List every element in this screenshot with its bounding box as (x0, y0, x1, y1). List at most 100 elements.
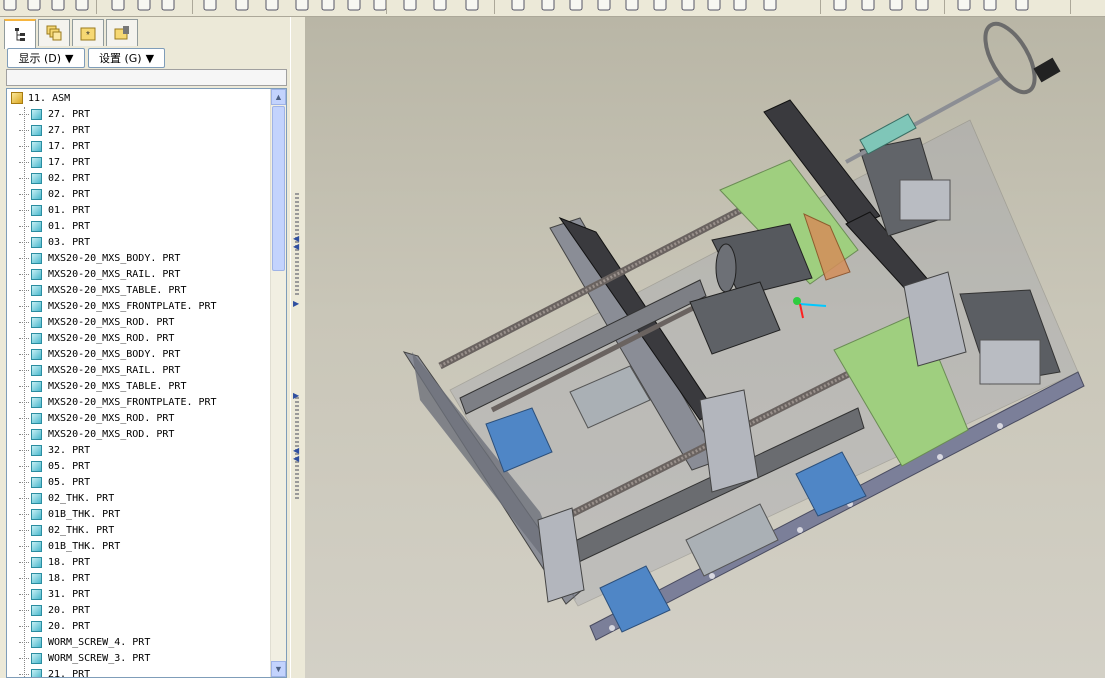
tree-connector (19, 241, 29, 243)
tree-item[interactable]: 02. PRT (19, 186, 90, 202)
layer-tree-tab[interactable] (38, 19, 70, 46)
scroll-thumb[interactable] (272, 106, 285, 271)
tree-item[interactable]: 01. PRT (19, 218, 90, 234)
tree-item-label: MXS20-20_MXS_RAIL. PRT (48, 364, 181, 376)
tree-connector (19, 113, 29, 115)
email-icon[interactable] (134, 0, 154, 14)
datum-planes-icon[interactable] (886, 0, 906, 14)
paste-icon[interactable] (292, 0, 312, 14)
view-manager-icon[interactable] (678, 0, 698, 14)
tree-item[interactable]: MXS20-20_MXS_BODY. PRT (19, 346, 180, 362)
open-icon[interactable] (24, 0, 44, 14)
no-hidden-icon[interactable] (830, 0, 850, 14)
datum-points-icon[interactable] (954, 0, 974, 14)
hidden-line-icon[interactable] (760, 0, 780, 14)
cut-icon[interactable] (232, 0, 252, 14)
tree-item[interactable]: 05. PRT (19, 458, 90, 474)
tree-item[interactable]: 27. PRT (19, 122, 90, 138)
tree-item[interactable]: 02_THK. PRT (19, 490, 114, 506)
tree-item[interactable]: 17. PRT (19, 154, 90, 170)
scroll-down-button[interactable]: ▼ (271, 661, 286, 677)
tree-item-label: MXS20-20_MXS_ROD. PRT (48, 412, 175, 424)
scroll-up-button[interactable]: ▲ (271, 89, 286, 105)
named-view-icon[interactable] (650, 0, 670, 14)
tree-item[interactable]: 02. PRT (19, 170, 90, 186)
new-icon[interactable] (0, 0, 20, 14)
tree-item[interactable]: MXS20-20_MXS_TABLE. PRT (19, 282, 186, 298)
zoom-in-icon[interactable] (566, 0, 586, 14)
part-icon (31, 652, 42, 664)
tree-item[interactable]: MXS20-20_MXS_RAIL. PRT (19, 362, 180, 378)
tree-item-label: 01. PRT (48, 204, 91, 216)
wireframe-icon[interactable] (730, 0, 750, 14)
repaint-icon[interactable] (430, 0, 450, 14)
tree-item[interactable]: WORM_SCREW_4. PRT (19, 634, 150, 650)
regenerate-icon[interactable] (318, 0, 338, 14)
show-button[interactable]: 显示 (D) ▼ (7, 48, 85, 68)
tree-item[interactable]: MXS20-20_MXS_ROD. PRT (19, 410, 174, 426)
refit-icon[interactable] (622, 0, 642, 14)
pan-icon[interactable] (538, 0, 558, 14)
window-icon[interactable] (370, 0, 390, 14)
tree-item[interactable]: 32. PRT (19, 442, 90, 458)
graphics-viewport[interactable] (305, 17, 1105, 678)
annotations-icon[interactable] (1012, 0, 1032, 14)
tree-item[interactable]: MXS20-20_MXS_FRONTPLATE. PRT (19, 298, 217, 314)
model-tree-tab[interactable] (4, 19, 36, 49)
tree-item[interactable]: 18. PRT (19, 570, 90, 586)
tree-item[interactable]: 17. PRT (19, 138, 90, 154)
settings-button[interactable]: 设置 (G) ▼ (88, 48, 165, 68)
send-icon[interactable] (108, 0, 128, 14)
tree-item[interactable]: MXS20-20_MXS_ROD. PRT (19, 426, 174, 442)
shading-icon[interactable] (858, 0, 878, 14)
tree-item[interactable]: MXS20-20_MXS_TABLE. PRT (19, 378, 186, 394)
tree-item[interactable]: 01B_THK. PRT (19, 506, 120, 522)
tree-item-label: MXS20-20_MXS_TABLE. PRT (48, 284, 187, 296)
tree-item[interactable]: 01. PRT (19, 202, 90, 218)
tree-item[interactable]: 31. PRT (19, 586, 90, 602)
copy-icon[interactable] (262, 0, 282, 14)
favorites-tab[interactable]: * (72, 19, 104, 46)
part-icon (31, 556, 42, 568)
save-icon[interactable] (48, 0, 68, 14)
tree-item[interactable]: 03. PRT (19, 234, 90, 250)
tree-connector (19, 657, 29, 659)
tree-connector (19, 545, 29, 547)
part-icon (31, 588, 42, 600)
saved-views-icon[interactable] (704, 0, 724, 14)
part-icon (31, 604, 42, 616)
orient-icon[interactable] (508, 0, 528, 14)
coordsys-icon[interactable] (980, 0, 1000, 14)
print-icon[interactable] (72, 0, 92, 14)
tree-item[interactable]: WORM_SCREW_3. PRT (19, 650, 150, 666)
tree-item[interactable]: 05. PRT (19, 474, 90, 490)
tree-item[interactable]: MXS20-20_MXS_ROD. PRT (19, 330, 174, 346)
zoom-out-icon[interactable] (594, 0, 614, 14)
spin-center-icon[interactable] (462, 0, 482, 14)
folder-browser-tab[interactable] (106, 19, 138, 46)
model-tree-icon[interactable] (344, 0, 364, 14)
tree-item[interactable]: MXS20-20_MXS_FRONTPLATE. PRT (19, 394, 217, 410)
tree-item[interactable]: MXS20-20_MXS_RAIL. PRT (19, 266, 180, 282)
undo-icon[interactable] (158, 0, 178, 14)
tree-root[interactable]: 11. ASM (11, 90, 70, 106)
datum-axes-icon[interactable] (912, 0, 932, 14)
tree-item[interactable]: 20. PRT (19, 618, 90, 634)
redo-icon[interactable] (200, 0, 220, 14)
tree-item[interactable]: 02_THK. PRT (19, 522, 114, 538)
tree-item-label: 01. PRT (48, 220, 91, 232)
tree-filter-bar[interactable] (6, 69, 287, 86)
navigator-panel: * 显示 (D) ▼ 设置 (G) ▼ 11. ASM 27. PRT 27. P… (0, 17, 290, 678)
svg-text:*: * (86, 30, 90, 41)
tree-scrollbar[interactable]: ▲ ▼ (270, 89, 286, 677)
tree-item[interactable]: 18. PRT (19, 554, 90, 570)
tree-item[interactable]: 21. PRT (19, 666, 90, 677)
tree-item[interactable]: MXS20-20_MXS_BODY. PRT (19, 250, 180, 266)
panel-splitter[interactable]: ◀ ◀ ◀ ◀ ▶ ▶ (290, 17, 306, 678)
tree-item[interactable]: 20. PRT (19, 602, 90, 618)
tree-item[interactable]: MXS20-20_MXS_ROD. PRT (19, 314, 174, 330)
tree-item[interactable]: 01B_THK. PRT (19, 538, 120, 554)
tree-item-label: 20. PRT (48, 604, 91, 616)
tree-item[interactable]: 27. PRT (19, 106, 90, 122)
layers-icon[interactable] (400, 0, 420, 14)
